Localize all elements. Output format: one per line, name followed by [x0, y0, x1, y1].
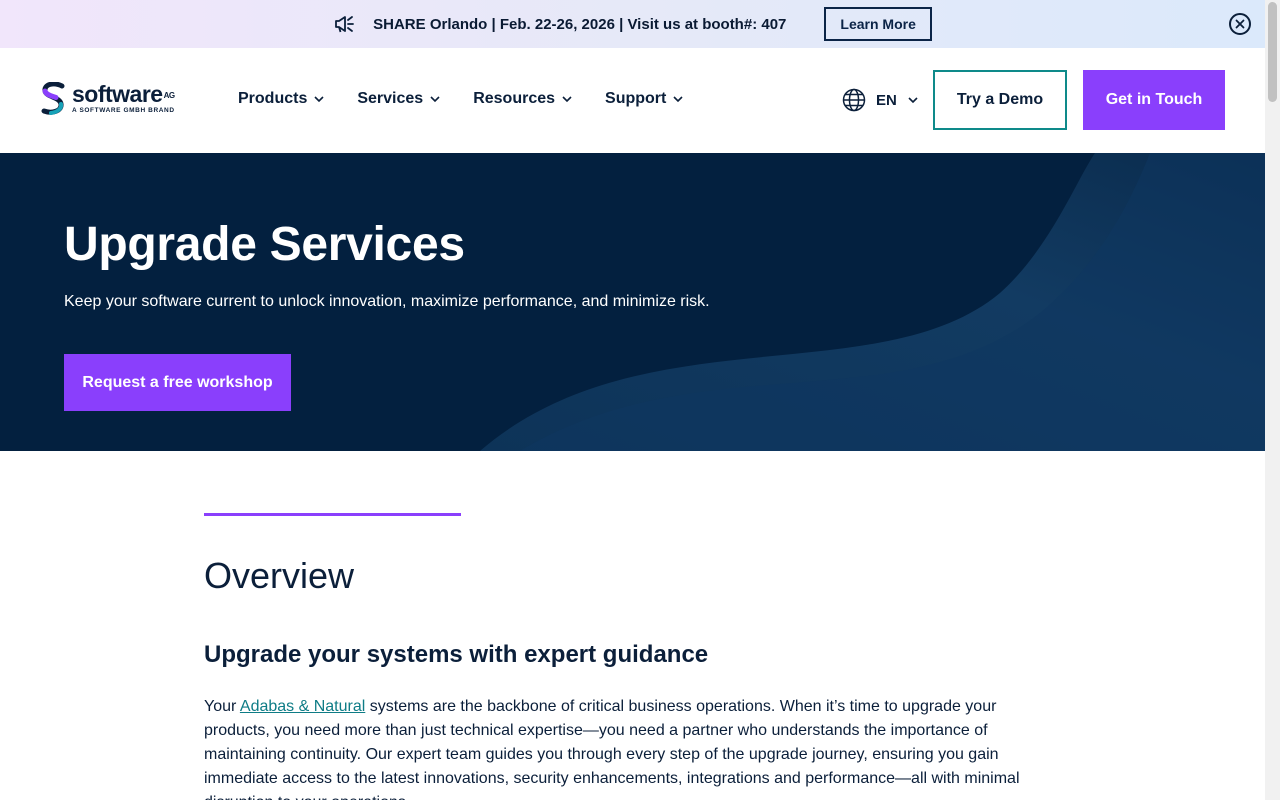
section-divider — [204, 513, 461, 516]
overview-heading: Overview — [204, 555, 355, 596]
chevron-down-icon — [430, 96, 440, 103]
software-ag-logo[interactable]: softwareAG A SOFTWARE GMBH BRAND — [40, 82, 175, 116]
request-workshop-button[interactable]: Request a free workshop — [64, 354, 291, 411]
overview-paragraph: Your Adabas & Natural systems are the ba… — [204, 698, 1020, 800]
chevron-down-icon — [314, 96, 324, 103]
announcement-banner: SHARE Orlando | Feb. 22-26, 2026 | Visit… — [0, 0, 1265, 48]
globe-icon — [842, 88, 866, 112]
scrollbar-thumb[interactable] — [1268, 2, 1277, 102]
close-banner-button[interactable] — [1229, 13, 1251, 35]
logo-wordmark: softwareAG — [72, 81, 175, 107]
main-nav: Products Services Resources Support — [238, 90, 716, 108]
page-scrollbar[interactable] — [1265, 0, 1280, 800]
try-demo-button[interactable]: Try a Demo — [933, 70, 1067, 130]
close-icon — [1235, 19, 1245, 29]
site-header: softwareAG A SOFTWARE GMBH BRAND Product… — [0, 48, 1265, 153]
learn-more-button[interactable]: Learn More — [824, 7, 932, 41]
chevron-down-icon — [562, 96, 572, 103]
language-code: EN — [876, 91, 897, 109]
page-title: Upgrade Services — [64, 218, 465, 271]
hero-subtitle: Keep your software current to unlock inn… — [64, 293, 710, 310]
nav-support[interactable]: Support — [605, 90, 684, 108]
nav-services[interactable]: Services — [357, 90, 441, 108]
language-selector[interactable]: EN — [842, 88, 919, 112]
chevron-down-icon — [673, 96, 683, 103]
megaphone-icon — [333, 13, 355, 35]
nav-products[interactable]: Products — [238, 90, 325, 108]
nav-resources[interactable]: Resources — [473, 90, 573, 108]
hero-section: Upgrade Services Keep your software curr… — [0, 153, 1265, 451]
logo-tagline: A SOFTWARE GMBH BRAND — [72, 107, 175, 114]
logo-mark-icon — [41, 82, 65, 115]
chevron-down-icon — [908, 97, 918, 104]
section-subheading: Upgrade your systems with expert guidanc… — [204, 641, 709, 668]
announcement-text: SHARE Orlando | Feb. 22-26, 2026 | Visit… — [373, 15, 787, 33]
adabas-natural-link[interactable]: Adabas & Natural — [240, 698, 365, 715]
get-in-touch-button[interactable]: Get in Touch — [1083, 70, 1225, 130]
